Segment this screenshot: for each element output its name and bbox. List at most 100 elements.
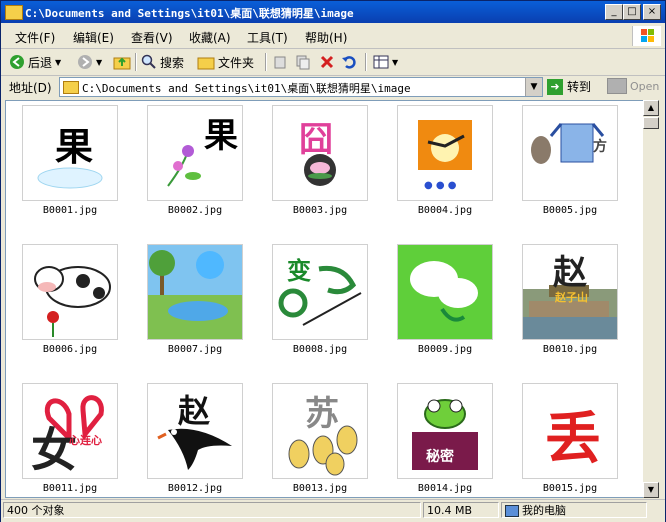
file-name: B0013.jpg — [292, 483, 348, 494]
address-value: C:\Documents and Settings\it01\桌面\联想猜明星\… — [82, 82, 411, 95]
move-to-button[interactable] — [273, 53, 289, 71]
file-thumbnail: 果 — [147, 105, 243, 201]
menu-file[interactable]: 文件(F) — [15, 29, 55, 46]
folders-label: 文件夹 — [218, 55, 255, 70]
file-name: B0006.jpg — [42, 344, 98, 355]
scroll-up-button[interactable]: ▲ — [643, 100, 659, 116]
search-label: 搜索 — [160, 55, 185, 70]
status-location-text: 我的电脑 — [522, 504, 566, 517]
folders-button[interactable]: 文件夹 — [197, 53, 254, 71]
toolbar-separator — [135, 53, 137, 71]
back-button[interactable]: 后退 ▼ — [9, 53, 61, 71]
file-thumbnail: 赵 — [147, 383, 243, 479]
windows-logo-icon — [632, 26, 661, 46]
undo-button[interactable] — [341, 53, 357, 71]
scroll-down-button[interactable]: ▼ — [643, 482, 659, 498]
file-thumbnail — [147, 244, 243, 340]
go-label: 转到 — [567, 80, 592, 94]
menu-bar: 文件(F) 编辑(E) 查看(V) 收藏(A) 工具(T) 帮助(H) — [1, 24, 665, 49]
file-name: B0008.jpg — [292, 344, 348, 355]
file-item[interactable]: 赵 B0012.jpg — [145, 381, 245, 497]
file-thumbnail — [397, 244, 493, 340]
open-label: Open — [630, 79, 660, 93]
status-size: 10.4 MB — [423, 502, 499, 518]
menu-favorites[interactable]: 收藏(A) — [189, 29, 231, 46]
file-item[interactable]: B0009.jpg — [395, 242, 495, 362]
chevron-down-icon: ▼ — [55, 57, 62, 67]
folder-icon — [63, 81, 79, 94]
file-item[interactable]: 果 B0001.jpg — [20, 103, 120, 223]
menu-help[interactable]: 帮助(H) — [305, 29, 347, 46]
forward-button[interactable]: ▼ — [77, 53, 102, 71]
file-name: B0010.jpg — [542, 344, 598, 355]
file-thumbnail: 丢 — [522, 383, 618, 479]
menu-edit[interactable]: 编辑(E) — [73, 29, 114, 46]
file-list-pane[interactable]: 果 B0001.jpg 果 B0002.jpg 囧 B0003.jpg ● ● ● B0004… — [5, 100, 645, 498]
thumbnail-caption: 心连心 — [69, 434, 102, 447]
up-folder-button[interactable] — [113, 53, 131, 71]
thumbnail-glyph: 方 — [593, 139, 607, 155]
menu-tools[interactable]: 工具(T) — [247, 29, 288, 46]
thumbnail-glyph: 变 — [287, 256, 311, 285]
folders-icon — [197, 57, 215, 70]
search-button[interactable]: 搜索 — [141, 53, 184, 71]
views-icon — [373, 55, 389, 69]
file-name: B0003.jpg — [292, 205, 348, 216]
file-thumbnail — [22, 244, 118, 340]
file-name: B0001.jpg — [42, 205, 98, 216]
file-name: B0005.jpg — [542, 205, 598, 216]
copy-to-button[interactable] — [295, 53, 311, 71]
file-name: B0007.jpg — [167, 344, 223, 355]
back-label: 后退 — [28, 55, 53, 70]
file-item[interactable]: 囧 B0003.jpg — [270, 103, 370, 223]
scroll-thumb[interactable] — [643, 117, 659, 129]
address-label: 地址(D) — [9, 81, 52, 95]
file-item[interactable]: 秘密 B0014.jpg — [395, 381, 495, 497]
file-item[interactable]: 方 B0005.jpg — [520, 103, 620, 223]
file-item[interactable]: ● ● ● B0004.jpg — [395, 103, 495, 223]
maximize-button[interactable]: □ — [623, 4, 641, 20]
file-item[interactable]: 丢 B0015.jpg — [520, 381, 620, 497]
window-title: C:\Documents and Settings\it01\桌面\联想猜明星\… — [25, 7, 354, 20]
close-button[interactable]: × — [643, 4, 661, 20]
address-dropdown-button[interactable]: ▼ — [525, 78, 542, 96]
menu-view[interactable]: 查看(V) — [131, 29, 173, 46]
go-button[interactable]: ➜ 转到 — [547, 78, 591, 95]
file-item[interactable]: 苏 B0013.jpg — [270, 381, 370, 497]
open-icon — [607, 78, 627, 94]
address-input[interactable]: C:\Documents and Settings\it01\桌面\联想猜明星\… — [59, 77, 543, 97]
file-thumbnail: 方 — [522, 105, 618, 201]
file-name: B0009.jpg — [417, 344, 473, 355]
title-bar[interactable]: C:\Documents and Settings\it01\桌面\联想猜明星\… — [1, 1, 665, 23]
file-item[interactable]: 变 B0008.jpg — [270, 242, 370, 362]
file-thumbnail: ● ● ● — [397, 105, 493, 201]
folder-icon — [5, 5, 23, 20]
file-thumbnail: 苏 — [272, 383, 368, 479]
standard-toolbar: 后退 ▼ ▼ 搜索 文件夹 ▼ — [1, 49, 665, 76]
views-button[interactable]: ▼ — [373, 53, 398, 71]
status-bar: 400 个对象 10.4 MB 我的电脑 — [1, 499, 665, 522]
file-item[interactable]: 赵赵子山 B0010.jpg — [520, 242, 620, 362]
file-name: B0002.jpg — [167, 205, 223, 216]
thumbnail-glyph: 苏 — [305, 394, 339, 434]
file-thumbnail: 秘密 — [397, 383, 493, 479]
file-item[interactable]: 女心连心 B0011.jpg — [20, 381, 120, 497]
delete-button[interactable] — [319, 53, 335, 71]
minimize-button[interactable]: _ — [605, 4, 623, 20]
thumbnail-glyph: 丢 — [545, 406, 601, 472]
file-name: B0012.jpg — [167, 483, 223, 494]
file-name: B0014.jpg — [417, 483, 473, 494]
undo-icon — [342, 56, 356, 69]
file-name: B0015.jpg — [542, 483, 598, 494]
vertical-scrollbar[interactable]: ▲ ▼ — [643, 100, 659, 498]
file-item[interactable]: B0007.jpg — [145, 242, 245, 362]
thumbnail-glyph: 赵 — [178, 392, 211, 430]
forward-arrow-icon — [78, 55, 92, 69]
file-item[interactable]: 果 B0002.jpg — [145, 103, 245, 223]
computer-icon — [505, 505, 519, 517]
toolbar-separator — [365, 53, 367, 71]
file-item[interactable]: B0006.jpg — [20, 242, 120, 362]
status-location: 我的电脑 — [501, 502, 647, 518]
toolbar-separator — [265, 53, 267, 71]
open-button[interactable]: Open — [607, 78, 659, 94]
